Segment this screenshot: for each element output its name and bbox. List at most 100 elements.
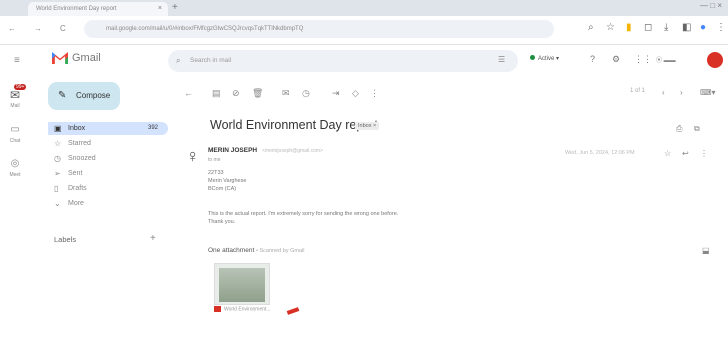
next-page-icon[interactable]: › — [680, 88, 683, 97]
extension-icon[interactable]: ▮ — [626, 22, 632, 33]
sidebar-item-label: Starred — [68, 140, 91, 147]
label-icon[interactable]: ◇ — [352, 88, 359, 99]
window-controls[interactable]: — □ × — [700, 1, 722, 10]
move-to-icon[interactable]: ⇥ — [332, 88, 340, 99]
attachment-heading: One attachment • Scanned by Gmail — [208, 247, 304, 254]
star-icon: ☆ — [54, 139, 62, 148]
attachment-count: One attachment — [208, 247, 255, 254]
labels-heading: Labels — [54, 235, 77, 244]
attachment-preview-image — [219, 268, 265, 302]
sidebar-item-label: Inbox — [68, 125, 86, 132]
search-options-icon[interactable]: ☰ — [498, 55, 505, 64]
add-to-drive-icon[interactable]: ⬓ — [702, 246, 710, 255]
settings-gear-icon[interactable]: ⚙ — [612, 54, 620, 65]
apps-grid-icon[interactable]: ⋮⋮ — [634, 54, 652, 65]
compose-label: Compose — [76, 91, 111, 100]
pagination: 1 of 1 — [630, 88, 646, 94]
sender-name[interactable]: MERIN JOSEPH — [208, 147, 257, 154]
reply-icon[interactable]: ↩ — [682, 149, 689, 158]
body-line: 22T33 — [208, 170, 224, 176]
inbox-label-chip[interactable]: Inbox × — [355, 122, 380, 130]
pdf-icon — [214, 306, 221, 312]
email-date: Wed, Jun 5, 2024, 12:06 PM — [565, 150, 635, 156]
sidebar-item-label: More — [68, 200, 84, 207]
download-icon[interactable]: ⤓ — [664, 22, 668, 33]
reload-button[interactable]: C — [60, 24, 66, 33]
unread-badge: 99+ — [14, 84, 27, 90]
body-line: Merin Varghese — [208, 178, 247, 184]
star-icon[interactable]: ☆ — [606, 22, 615, 33]
help-icon[interactable]: ? — [590, 54, 595, 64]
gmail-m-icon — [52, 52, 68, 64]
attachment-name: World Environment... — [224, 306, 271, 313]
prev-page-icon[interactable]: ‹ — [662, 88, 665, 97]
body-line: Thank you. — [208, 219, 236, 225]
forward-button[interactable]: → — [34, 24, 42, 33]
attachment-thumbnail[interactable] — [214, 263, 270, 305]
draft-icon: ▯ — [54, 184, 59, 193]
attachment-file[interactable]: World Environment... — [214, 306, 271, 312]
sidebar-item-starred[interactable]: ☆ Starred — [48, 137, 168, 150]
add-label-button[interactable]: + — [150, 233, 156, 244]
browser-tab[interactable]: World Environment Day report × — [28, 2, 168, 16]
snooze-icon[interactable]: ◷ — [302, 88, 310, 99]
sidebar-item-sent[interactable]: ➢ Sent — [48, 167, 168, 180]
profile-icon[interactable]: ● — [700, 22, 706, 33]
chat-rail-label: Chat — [9, 138, 21, 144]
chevron-down-icon: ⌄ — [54, 199, 61, 208]
status-toggle[interactable]: Active ▾ — [530, 55, 559, 62]
send-icon: ➢ — [54, 169, 61, 178]
inbox-icon: ▣ — [54, 124, 62, 133]
mark-unread-icon[interactable]: ✉ — [282, 88, 290, 99]
zoom-icon[interactable]: ⌕ — [588, 22, 594, 33]
account-avatar[interactable] — [707, 52, 723, 68]
sender-avatar[interactable]: ♀ — [186, 146, 200, 167]
scan-note: • Scanned by Gmail — [256, 248, 305, 254]
url-bar[interactable]: mail.google.com/mail/u/0/#inbox/FMfcgzGt… — [84, 20, 554, 38]
more-options-icon[interactable]: ⋮ — [700, 149, 708, 158]
search-icon[interactable]: ⌕ — [176, 56, 180, 66]
report-spam-icon[interactable]: ⊘ — [232, 88, 240, 99]
new-tab-button[interactable]: + — [172, 2, 184, 14]
more-actions-icon[interactable]: ⋮ — [370, 88, 379, 99]
sidepanel-icon[interactable]: ◧ — [682, 22, 691, 33]
open-new-window-icon[interactable]: ⧉ — [694, 124, 700, 134]
compose-button[interactable]: ✎ Compose — [48, 82, 120, 110]
sidebar-item-more[interactable]: ⌄ More — [48, 197, 168, 210]
pen-annotation — [286, 307, 300, 315]
org-logo[interactable]: ⦿ ▬▬ — [656, 55, 676, 64]
body-line: This is the actual report. I'm extremely… — [208, 211, 399, 217]
mail-rail-icon[interactable]: ✉ — [2, 88, 28, 102]
recipient-line[interactable]: to me — [208, 157, 221, 163]
sidebar-item-inbox[interactable]: ▣ Inbox 392 — [48, 122, 168, 135]
mail-rail-label: Mail — [10, 103, 20, 109]
meet-rail-label: Meet — [9, 172, 21, 178]
sender-email: <merinjoseph@gmail.com> — [262, 148, 323, 154]
star-icon[interactable]: ☆ — [664, 149, 671, 158]
browser-menu-icon[interactable]: ⋮ — [716, 22, 726, 33]
tab-title: World Environment Day report — [36, 6, 117, 12]
chat-rail-icon[interactable]: ▭ — [2, 124, 28, 135]
close-tab-icon[interactable]: × — [158, 2, 162, 16]
gmail-logo[interactable]: Gmail — [52, 52, 101, 64]
clock-icon: ◷ — [54, 154, 61, 163]
sidebar-item-label: Sent — [68, 170, 83, 177]
sidebar-item-drafts[interactable]: ▯ Drafts — [48, 182, 168, 195]
back-button[interactable]: ← — [8, 24, 16, 33]
delete-icon[interactable]: 🗑 — [252, 88, 263, 99]
search-input[interactable]: Search in mail — [168, 50, 518, 72]
main-menu-icon[interactable]: ≡ — [14, 55, 20, 66]
sidebar-item-snoozed[interactable]: ◷ Snoozed — [48, 152, 168, 165]
status-label: Active — [538, 56, 555, 62]
email-subject: World Environment Day report — [210, 118, 378, 132]
sidebar-item-label: Drafts — [68, 185, 87, 192]
archive-icon[interactable]: ▤ — [212, 88, 221, 99]
input-tools-icon[interactable]: ⌨▾ — [700, 88, 716, 97]
puzzle-icon[interactable]: ◻ — [644, 22, 652, 33]
status-dot-icon — [530, 55, 535, 60]
back-to-inbox-icon[interactable]: ← — [184, 88, 193, 98]
meet-rail-icon[interactable]: ◎ — [2, 158, 28, 169]
gmail-logo-text: Gmail — [72, 52, 101, 64]
inbox-count: 392 — [147, 125, 158, 131]
print-icon[interactable]: ⎙ — [676, 124, 682, 134]
